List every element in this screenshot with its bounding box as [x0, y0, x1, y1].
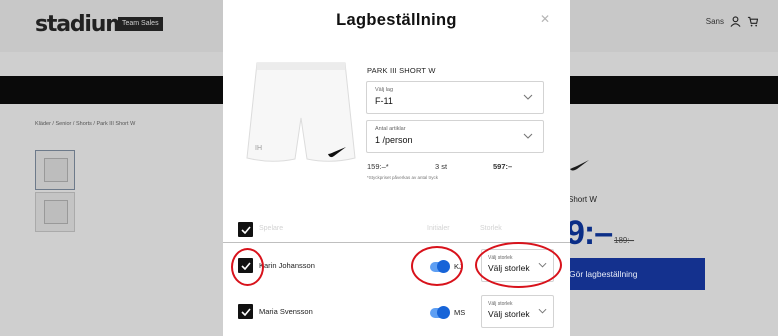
checkmark-icon: [240, 307, 251, 316]
size-select[interactable]: Välj storlek Välj storlek: [481, 249, 554, 282]
breadcrumb[interactable]: Kläder / Senior / Shorts / Park III Shor…: [35, 121, 135, 127]
thumbnail-image: [44, 158, 68, 182]
size-select-label: Välj storlek: [488, 301, 513, 307]
size-select[interactable]: Välj storlek Välj storlek: [481, 295, 554, 328]
nike-swoosh-icon: [570, 160, 589, 171]
player-name: Maria Svensson: [259, 307, 313, 316]
item-count: 3 st: [435, 162, 448, 171]
toggle-knob: [437, 306, 450, 319]
unit-price: 159:–*: [367, 162, 389, 171]
player-name: Karin Johansson: [259, 261, 315, 270]
user-icon[interactable]: [730, 16, 741, 27]
team-select-label: Välj lag: [375, 87, 394, 93]
product-title: Short W: [568, 195, 597, 204]
team-sales-badge: Team Sales: [118, 17, 163, 31]
price-footnote: *Styckpriset påverkas av antal tryck: [367, 175, 439, 180]
players-column-header: Spelare: [259, 225, 284, 232]
product-price: 9:–: [566, 214, 613, 252]
team-select-value: F-11: [375, 96, 393, 106]
checkmark-icon: [240, 225, 251, 234]
quantity-select[interactable]: Antal artiklar 1 /person: [366, 120, 544, 153]
team-order-modal: Lagbeställning ✕ IH PARK III SHORT W Väl…: [223, 0, 570, 336]
table-row: Maria Svensson MS Välj storlek Välj stor…: [223, 289, 570, 335]
player-checkbox[interactable]: [238, 304, 253, 319]
toggle-knob: [437, 260, 450, 273]
shorts-print-text: IH: [255, 145, 262, 152]
header-actions: Sans: [706, 16, 758, 27]
chevron-down-icon: [523, 94, 533, 100]
initials-toggle[interactable]: [430, 260, 450, 273]
select-all-checkbox[interactable]: [238, 222, 253, 237]
player-initials: MS: [454, 308, 466, 317]
chevron-down-icon: [538, 262, 547, 268]
modal-product-name: PARK III SHORT W: [367, 66, 436, 75]
stadium-logo[interactable]: stadium: [35, 13, 128, 37]
player-list-header: Spelare Initialer Storlek: [223, 220, 570, 242]
team-select[interactable]: Välj lag F-11: [366, 81, 544, 114]
player-checkbox[interactable]: [238, 258, 253, 273]
size-column-header: Storlek: [480, 225, 502, 232]
team-order-button[interactable]: Gör lagbeställning: [555, 258, 705, 290]
size-select-label: Välj storlek: [488, 255, 513, 261]
product-image: IH: [246, 62, 356, 162]
total-price: 597:–: [493, 162, 513, 171]
checkmark-icon: [240, 261, 251, 270]
size-select-value: Välj storlek: [488, 309, 530, 319]
search-link[interactable]: Sans: [706, 17, 724, 26]
table-row: Karin Johansson KJ Välj storlek Välj sto…: [223, 243, 570, 289]
old-price: 189:–: [614, 236, 635, 245]
quantity-select-label: Antal artiklar: [375, 126, 406, 132]
initials-column-header: Initialer: [427, 225, 450, 232]
product-thumbnail[interactable]: [35, 192, 75, 232]
thumbnail-image: [44, 200, 68, 224]
cart-icon[interactable]: [747, 16, 758, 27]
size-select-value: Välj storlek: [488, 263, 530, 273]
chevron-down-icon: [538, 308, 547, 314]
initials-toggle[interactable]: [430, 306, 450, 319]
chevron-down-icon: [523, 133, 533, 139]
product-thumbnail[interactable]: [35, 150, 75, 190]
close-icon[interactable]: ✕: [540, 13, 550, 25]
player-initials: KJ: [454, 262, 463, 271]
quantity-select-value: 1 /person: [375, 135, 413, 145]
modal-title: Lagbeställning: [336, 11, 457, 29]
